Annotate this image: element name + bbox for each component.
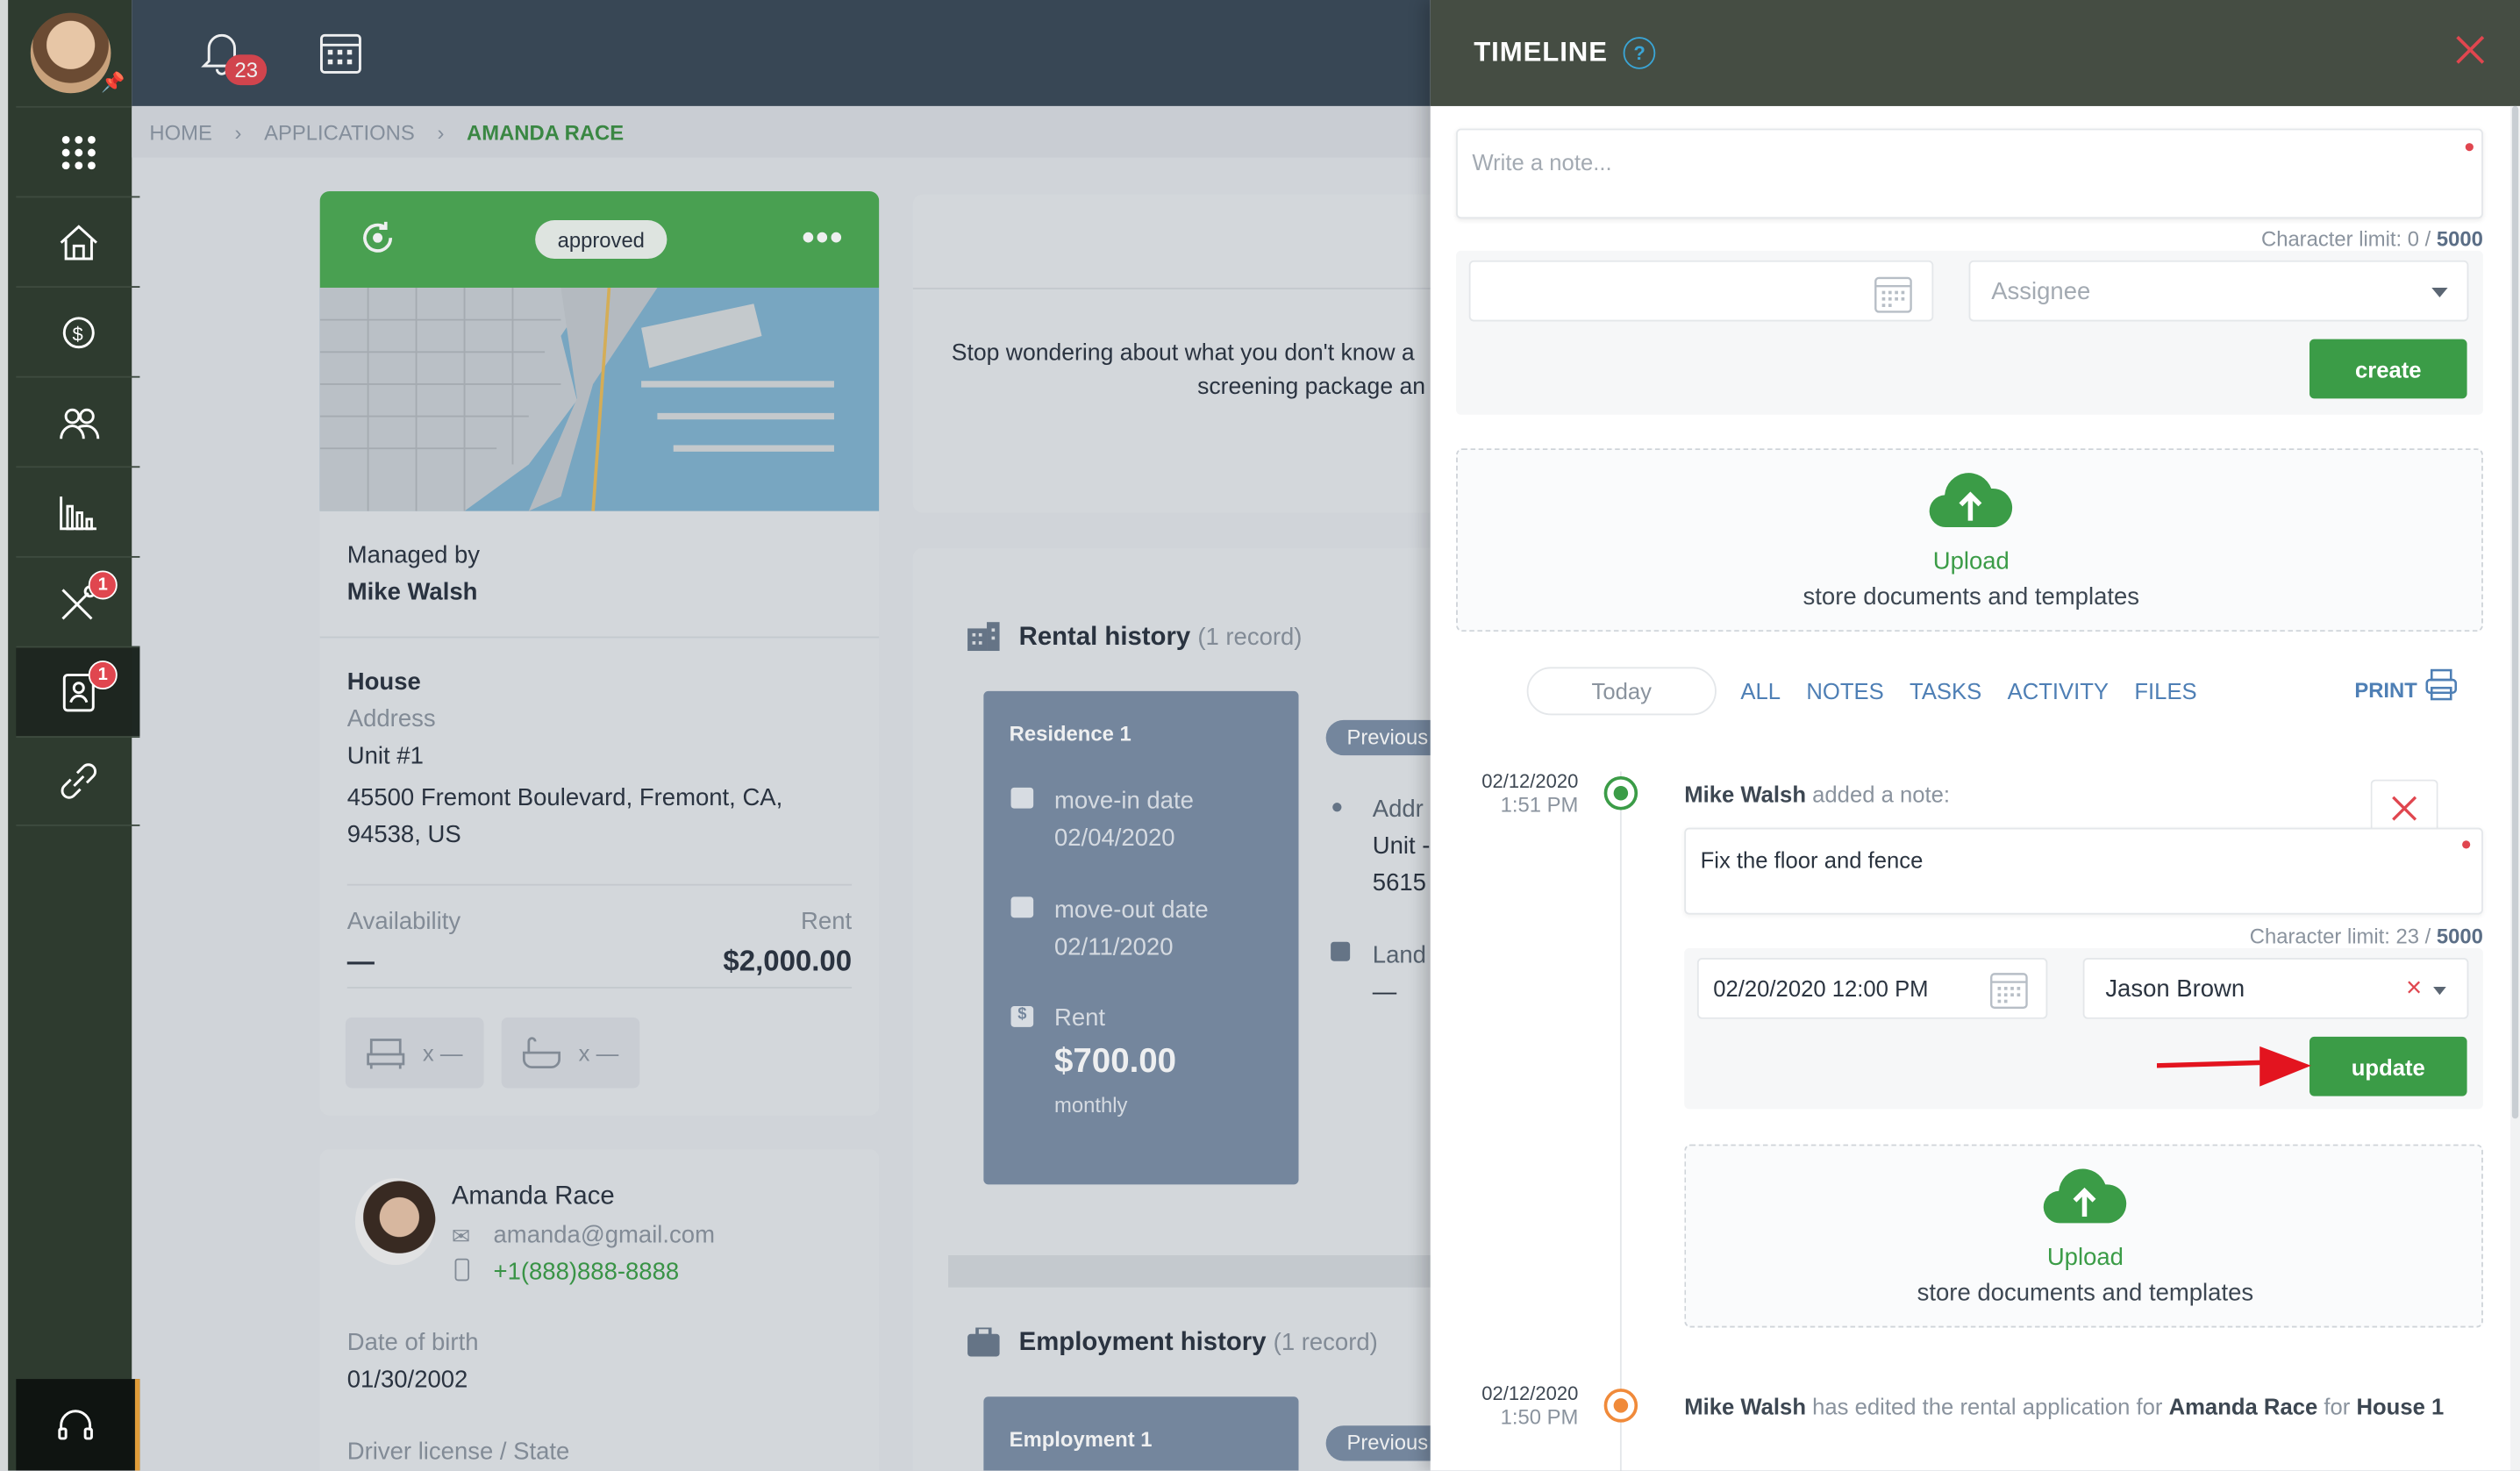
entry-action: has edited the rental application for xyxy=(1812,1393,2163,1419)
upload-subtext: store documents and templates xyxy=(1803,583,2140,611)
people-icon[interactable] xyxy=(16,375,140,467)
help-icon[interactable]: ? xyxy=(1624,37,1656,69)
note-placeholder: Write a note... xyxy=(1472,149,1612,175)
upload-dropzone[interactable]: Upload store documents and templates xyxy=(1684,1144,2483,1328)
maintenance-icon[interactable]: 1 xyxy=(16,555,140,646)
applications-badge: 1 xyxy=(88,661,118,690)
assignee-select[interactable]: Assignee xyxy=(1968,260,2469,322)
char-limit-max: 5000 xyxy=(2436,924,2483,949)
entry-header: Mike Walsh added a note: xyxy=(1684,781,1950,806)
assignee-value: Jason Brown xyxy=(2105,975,2245,1003)
char-limit-label: Character limit: 23 / xyxy=(2249,924,2431,949)
note-marker-icon xyxy=(1603,776,1638,810)
upload-dropzone[interactable]: Upload store documents and templates xyxy=(1456,448,2483,632)
reports-icon[interactable] xyxy=(16,466,140,556)
assignee-select[interactable]: Jason Brown × xyxy=(2082,958,2469,1019)
entry-action: added a note: xyxy=(1812,781,1951,807)
note-text: Fix the floor and fence xyxy=(1700,846,1924,873)
pin-icon[interactable]: 📌 xyxy=(101,71,125,94)
due-date-value: 02/20/2020 12:00 PM xyxy=(1713,975,1929,1002)
task-options: Assignee create xyxy=(1456,250,2483,415)
timeline-title: TIMELINE xyxy=(1474,37,1608,68)
close-icon[interactable] xyxy=(2452,32,2488,75)
entry-time: 1:51 PM xyxy=(1500,792,1579,817)
activity-marker-icon xyxy=(1603,1389,1638,1423)
create-button[interactable]: create xyxy=(2309,339,2467,399)
applications-icon[interactable]: 1 xyxy=(16,646,140,737)
entry-author[interactable]: Mike Walsh xyxy=(1684,1394,1806,1419)
support-icon[interactable] xyxy=(16,1379,140,1471)
sidebar: 📌 $ 1 1 xyxy=(0,0,140,1471)
entry-property[interactable]: House 1 xyxy=(2356,1394,2444,1419)
overlay[interactable] xyxy=(132,0,1431,1471)
cloud-upload-icon xyxy=(2041,1168,2128,1234)
close-icon xyxy=(2392,795,2417,820)
tab-notes[interactable]: NOTES xyxy=(1806,678,1883,703)
entry-author[interactable]: Mike Walsh xyxy=(1684,781,1806,806)
required-dot xyxy=(2465,143,2474,152)
char-limit-max: 5000 xyxy=(2436,226,2483,251)
calendar-icon[interactable] xyxy=(1874,275,1912,321)
assignee-placeholder: Assignee xyxy=(1991,277,2091,306)
scrollbar[interactable] xyxy=(2510,105,2520,1471)
char-limit-label: Character limit: 0 / xyxy=(2260,226,2431,251)
calendar-icon[interactable] xyxy=(1989,971,2028,1018)
printer-icon[interactable] xyxy=(2424,667,2459,710)
link-icon[interactable] xyxy=(16,736,140,826)
properties-icon[interactable] xyxy=(16,196,140,287)
entry-date: 02/12/2020 xyxy=(1481,769,1579,793)
maintenance-badge: 1 xyxy=(88,570,118,600)
entry-header: Mike Walsh has edited the rental applica… xyxy=(1684,1394,2444,1419)
accounting-icon[interactable]: $ xyxy=(16,286,140,376)
char-limit: Character limit: 23 / 5000 xyxy=(2074,925,2483,948)
clear-icon[interactable]: × xyxy=(2406,973,2422,1005)
chevron-down-icon xyxy=(2433,987,2446,996)
task-edit-options: 02/20/2020 12:00 PM Jason Brown × update xyxy=(1684,948,2483,1110)
tab-files[interactable]: FILES xyxy=(2134,678,2196,703)
entry-applicant[interactable]: Amanda Race xyxy=(2169,1394,2318,1419)
timeline-tabs: ALL NOTES TASKS ACTIVITY FILES xyxy=(1740,678,2223,703)
print-button[interactable]: PRINT xyxy=(2354,678,2416,702)
timeline-line xyxy=(1619,771,1622,1471)
entry-for: for xyxy=(2324,1393,2351,1419)
timeline-panel: TIMELINE ? Write a note... Character lim… xyxy=(1430,0,2520,1471)
scrollbar-thumb[interactable] xyxy=(2511,105,2519,1119)
note-input[interactable]: Write a note... xyxy=(1456,128,2483,219)
tab-all[interactable]: ALL xyxy=(1740,678,1781,703)
required-dot xyxy=(2462,840,2471,849)
user-avatar[interactable] xyxy=(30,12,111,94)
upload-subtext: store documents and templates xyxy=(1917,1279,2254,1307)
entry-time: 1:50 PM xyxy=(1500,1404,1579,1429)
red-arrow-icon xyxy=(2156,1045,2311,1097)
chevron-down-icon xyxy=(2431,287,2448,297)
char-limit: Character limit: 0 / 5000 xyxy=(2074,226,2483,250)
today-button[interactable]: Today xyxy=(1526,667,1717,716)
cloud-upload-icon xyxy=(1927,473,2014,539)
entry-date: 02/12/2020 xyxy=(1481,1382,1579,1405)
due-date-input[interactable] xyxy=(1468,260,1934,322)
upload-label: Upload xyxy=(2046,1244,2124,1272)
apps-grid-icon[interactable] xyxy=(16,105,140,196)
delete-note-button[interactable] xyxy=(2370,779,2438,834)
timeline-header: TIMELINE ? xyxy=(1430,0,2520,106)
svg-text:$: $ xyxy=(72,323,82,345)
upload-label: Upload xyxy=(1932,547,2010,575)
update-button[interactable]: update xyxy=(2309,1036,2467,1096)
tab-tasks[interactable]: TASKS xyxy=(1910,678,1981,703)
tab-activity[interactable]: ACTIVITY xyxy=(2008,678,2109,703)
due-date-input[interactable]: 02/20/2020 12:00 PM xyxy=(1696,958,2048,1019)
note-edit-input[interactable]: Fix the floor and fence xyxy=(1684,827,2483,915)
